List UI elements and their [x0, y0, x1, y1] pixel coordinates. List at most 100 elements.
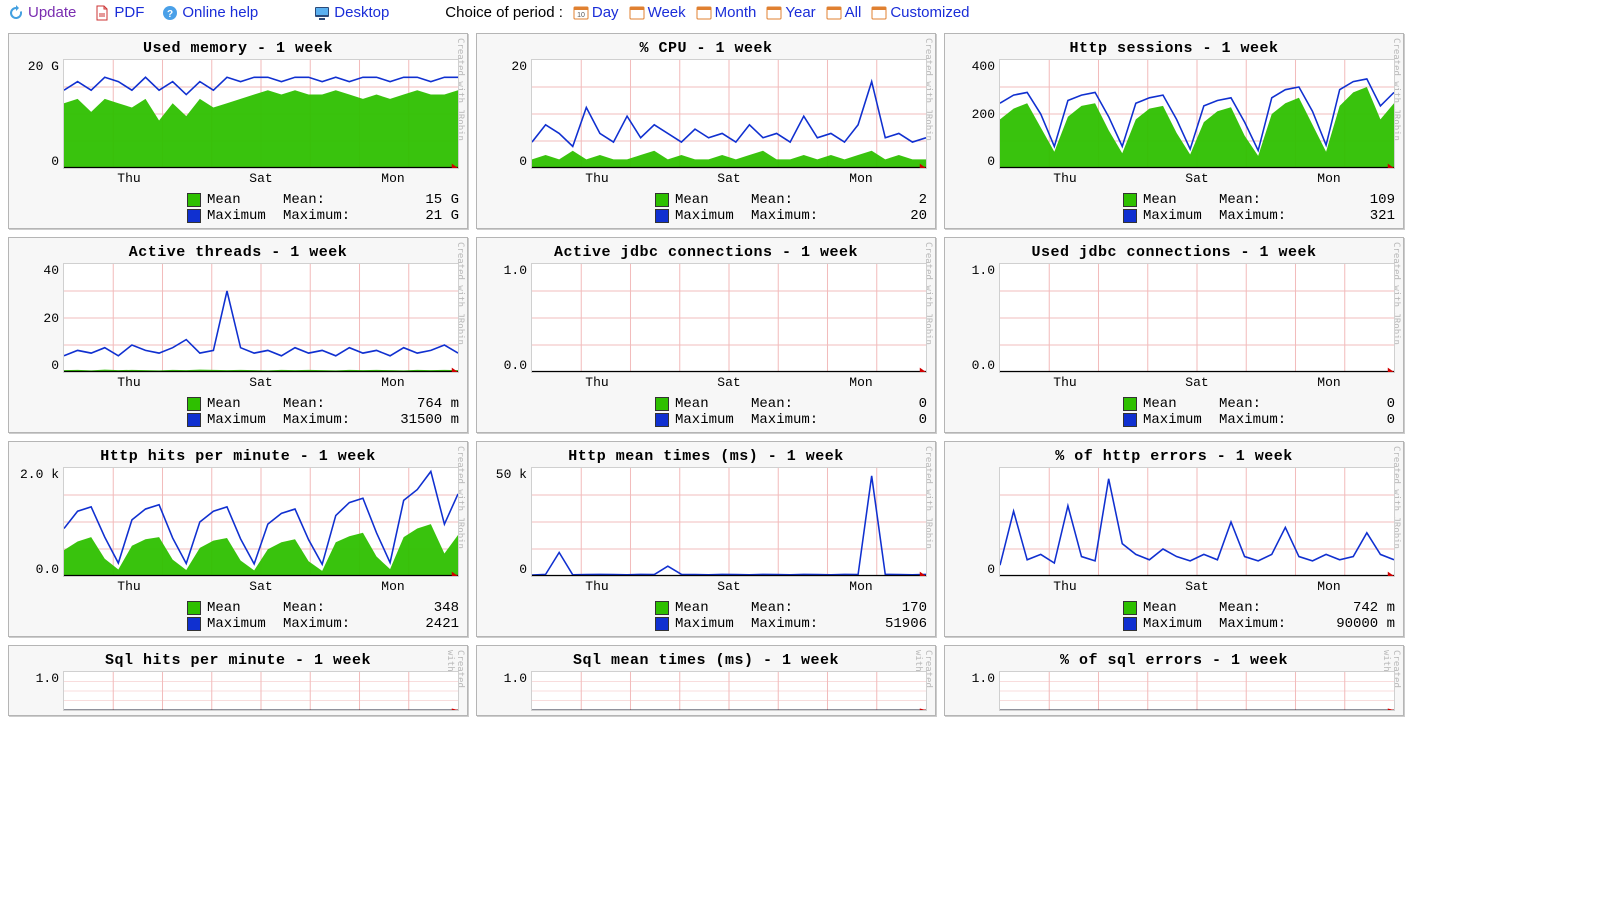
- chart-title: % of sql errors - 1 week: [953, 652, 1395, 669]
- y-axis: 1.0: [485, 671, 531, 711]
- period-all[interactable]: All: [826, 4, 862, 21]
- chart-card[interactable]: Created with JRobinHttp mean times (ms) …: [476, 441, 936, 637]
- chart-title: Sql hits per minute - 1 week: [17, 652, 459, 669]
- calendar-icon: [766, 5, 782, 21]
- mean-value: 170: [837, 600, 927, 616]
- chart-legend: MeanMean:109MaximumMaximum:321: [953, 192, 1395, 224]
- period-customized[interactable]: Customized: [871, 4, 969, 21]
- max-value: 0: [837, 412, 927, 428]
- chart-legend: MeanMean:0MaximumMaximum:0: [953, 396, 1395, 428]
- legend-swatch-max: [187, 413, 201, 427]
- chart-card[interactable]: Created with JRobinSql hits per minute -…: [8, 645, 468, 716]
- period-month[interactable]: Month: [696, 4, 757, 21]
- chart-card[interactable]: Created with JRobin% of sql errors - 1 w…: [944, 645, 1404, 716]
- plot-area: [63, 671, 459, 711]
- chart-title: Active threads - 1 week: [17, 244, 459, 261]
- calendar-icon: [629, 5, 645, 21]
- y-axis: 1.0: [953, 671, 999, 711]
- legend-swatch-max: [655, 617, 669, 631]
- chart-card[interactable]: Created with JRobinSql mean times (ms) -…: [476, 645, 936, 716]
- chart-title: Used jdbc connections - 1 week: [953, 244, 1395, 261]
- chart-plot: 1.0: [17, 671, 459, 711]
- chart-card[interactable]: Created with JRobinHttp hits per minute …: [8, 441, 468, 637]
- help-link[interactable]: ? Online help: [162, 4, 258, 21]
- mean-value: 2: [837, 192, 927, 208]
- chart-legend: MeanMean:0MaximumMaximum:0: [485, 396, 927, 428]
- chart-card[interactable]: Created with JRobin% CPU - 1 week200ThuS…: [476, 33, 936, 229]
- chart-legend: MeanMean:170MaximumMaximum:51906: [485, 600, 927, 632]
- chart-card[interactable]: Created with JRobinActive jdbc connectio…: [476, 237, 936, 433]
- max-value: 0: [1305, 412, 1395, 428]
- mean-value: 109: [1305, 192, 1395, 208]
- refresh-icon: [8, 5, 24, 21]
- legend-swatch-mean: [1123, 193, 1137, 207]
- plot-area: [63, 263, 459, 373]
- pdf-link[interactable]: PDF: [94, 4, 144, 21]
- chart-title: Http hits per minute - 1 week: [17, 448, 459, 465]
- chart-legend: MeanMean:764 mMaximumMaximum:31500 m: [17, 396, 459, 428]
- chart-plot: 40200: [17, 263, 459, 373]
- chart-card[interactable]: Created with JRobin% of http errors - 1 …: [944, 441, 1404, 637]
- max-value: 31500 m: [369, 412, 459, 428]
- update-link[interactable]: Update: [8, 4, 76, 21]
- y-axis: 1.0: [17, 671, 63, 711]
- chart-plot: 50 k0: [485, 467, 927, 577]
- period-week[interactable]: Week: [629, 4, 686, 21]
- calendar-icon: [871, 5, 887, 21]
- help-icon: ?: [162, 5, 178, 21]
- legend-swatch-mean: [655, 193, 669, 207]
- chart-card[interactable]: Created with JRobinUsed jdbc connections…: [944, 237, 1404, 433]
- plot-area: [999, 263, 1395, 373]
- chart-title: Http sessions - 1 week: [953, 40, 1395, 57]
- x-axis: ThuSatMon: [63, 171, 459, 186]
- legend-swatch-mean: [187, 193, 201, 207]
- plot-area: [63, 467, 459, 577]
- desktop-icon: [314, 5, 330, 21]
- y-axis: 4002000: [953, 59, 999, 169]
- max-value: 2421: [369, 616, 459, 632]
- chart-plot: 1.00.0: [953, 263, 1395, 373]
- chart-title: Active jdbc connections - 1 week: [485, 244, 927, 261]
- y-axis: 200: [485, 59, 531, 169]
- y-axis: 1.00.0: [953, 263, 999, 373]
- period-year[interactable]: Year: [766, 4, 815, 21]
- pdf-icon: [94, 5, 110, 21]
- legend-swatch-mean: [187, 601, 201, 615]
- chart-legend: MeanMean:348MaximumMaximum:2421: [17, 600, 459, 632]
- desktop-link[interactable]: Desktop: [314, 4, 389, 21]
- y-axis: 50 k0: [485, 467, 531, 577]
- legend-swatch-max: [1123, 413, 1137, 427]
- mean-value: 0: [1305, 396, 1395, 412]
- x-axis: ThuSatMon: [531, 579, 927, 594]
- x-axis: ThuSatMon: [63, 579, 459, 594]
- chart-title: % CPU - 1 week: [485, 40, 927, 57]
- x-axis: ThuSatMon: [999, 375, 1395, 390]
- plot-area: [531, 467, 927, 577]
- x-axis: ThuSatMon: [999, 171, 1395, 186]
- toolbar: Update PDF ? Online help Desktop Choice …: [0, 0, 1600, 25]
- period-day[interactable]: 10Day: [573, 4, 619, 21]
- mean-value: 15 G: [369, 192, 459, 208]
- chart-legend: MeanMean:742 mMaximumMaximum:90000 m: [953, 600, 1395, 632]
- chart-plot: 1.0: [953, 671, 1395, 711]
- legend-swatch-max: [1123, 617, 1137, 631]
- max-value: 90000 m: [1305, 616, 1395, 632]
- chart-grid: Created with JRobinUsed memory - 1 week2…: [0, 25, 1600, 724]
- y-axis: 20 G0: [17, 59, 63, 169]
- mean-value: 0: [837, 396, 927, 412]
- max-value: 21 G: [369, 208, 459, 224]
- calendar-icon: [696, 5, 712, 21]
- chart-card[interactable]: Created with JRobinHttp sessions - 1 wee…: [944, 33, 1404, 229]
- legend-swatch-max: [655, 413, 669, 427]
- legend-swatch-mean: [655, 397, 669, 411]
- legend-swatch-max: [655, 209, 669, 223]
- chart-card[interactable]: Created with JRobinUsed memory - 1 week2…: [8, 33, 468, 229]
- period-selector: Choice of period : 10Day Week Month Year…: [445, 4, 969, 21]
- chart-plot: 20 G0: [17, 59, 459, 169]
- max-value: 321: [1305, 208, 1395, 224]
- chart-card[interactable]: Created with JRobinActive threads - 1 we…: [8, 237, 468, 433]
- legend-swatch-mean: [187, 397, 201, 411]
- svg-text:10: 10: [577, 12, 585, 19]
- plot-area: [531, 671, 927, 711]
- mean-value: 348: [369, 600, 459, 616]
